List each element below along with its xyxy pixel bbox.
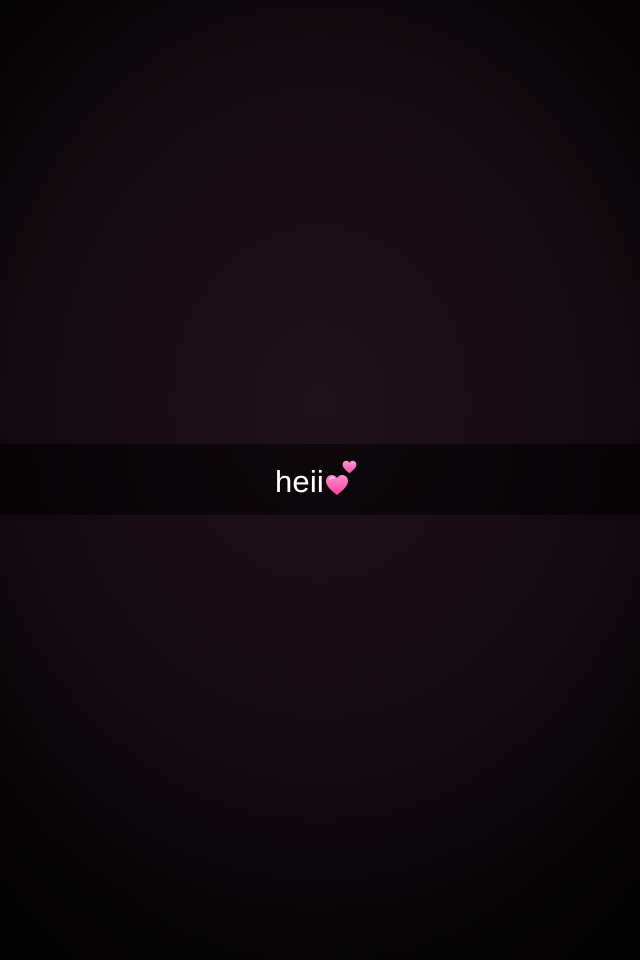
large-heart-icon — [326, 474, 349, 495]
snap-photo-screen: heii — [0, 0, 640, 960]
small-heart-icon — [342, 460, 357, 473]
caption-content: heii — [274, 460, 361, 502]
caption-bar[interactable]: heii — [0, 444, 640, 515]
two-hearts-icon — [325, 460, 361, 502]
caption-text: heii — [274, 464, 325, 499]
